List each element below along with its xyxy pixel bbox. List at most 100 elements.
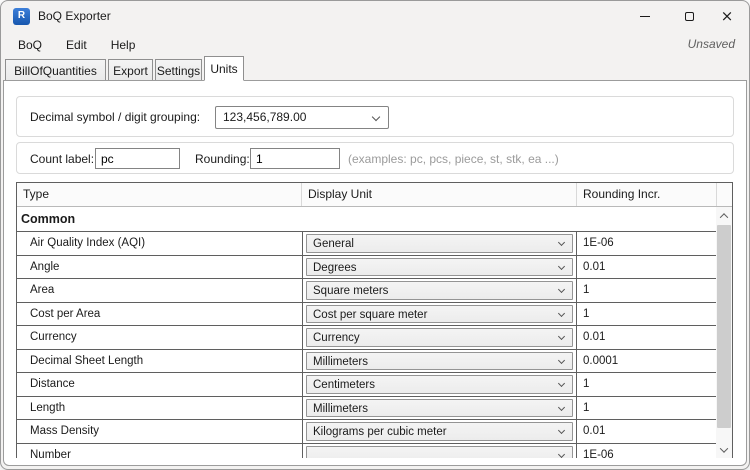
grid-body: Common Air Quality Index (AQI) General 1… [17, 207, 717, 458]
chevron-down-icon [558, 356, 565, 363]
row-display-unit-dropdown[interactable]: Kilograms per cubic meter [306, 422, 573, 441]
title-bar[interactable]: R BoQ Exporter × [1, 1, 749, 31]
row-display-unit-label: Square meters [313, 285, 388, 297]
row-rounding[interactable]: 1 [578, 279, 717, 302]
app-icon: R [13, 8, 30, 25]
row-display-unit-label: Kilograms per cubic meter [313, 426, 447, 438]
row-display-unit-dropdown[interactable]: Millimeters [306, 399, 573, 418]
row-type[interactable]: Angle [17, 256, 302, 279]
row-display-unit-label: Millimeters [313, 356, 368, 368]
rounding-input[interactable] [250, 148, 340, 169]
row-display-unit-label: Degrees [313, 262, 356, 274]
row-type[interactable]: Distance [17, 373, 302, 396]
row-rounding[interactable]: 0.01 [578, 420, 717, 443]
count-examples-hint: (examples: pc, pcs, piece, st, stk, ea .… [348, 152, 559, 166]
row-display-unit-dropdown[interactable]: Currency [306, 328, 573, 347]
table-row[interactable]: Length Millimeters 1 [17, 396, 716, 420]
close-button[interactable]: × [711, 1, 743, 31]
units-grid: Type Display Unit Rounding Incr. Common … [16, 182, 733, 458]
table-row[interactable]: Number 1E-06 [17, 443, 716, 459]
row-rounding[interactable]: 0.01 [578, 326, 717, 349]
chevron-down-icon [558, 262, 565, 269]
row-type[interactable]: Decimal Sheet Length [17, 350, 302, 373]
row-type[interactable]: Currency [17, 326, 302, 349]
row-display-unit-cell: Degrees [302, 256, 577, 279]
row-type[interactable]: Number [17, 444, 302, 459]
minimize-icon [640, 16, 650, 17]
vertical-scrollbar[interactable] [716, 207, 732, 458]
tab-units[interactable]: Units [204, 56, 244, 81]
chevron-down-icon [558, 450, 565, 457]
tab-export[interactable]: Export [108, 59, 153, 81]
menu-edit[interactable]: Edit [61, 35, 92, 55]
row-display-unit-cell: Kilograms per cubic meter [302, 420, 577, 443]
row-type[interactable]: Air Quality Index (AQI) [17, 232, 302, 255]
row-display-unit-cell: Millimeters [302, 350, 577, 373]
table-row[interactable]: Area Square meters 1 [17, 278, 716, 302]
row-rounding[interactable]: 0.0001 [578, 350, 717, 373]
menu-help[interactable]: Help [106, 35, 141, 55]
app-window: R BoQ Exporter × BoQ Edit Help Unsaved B… [0, 0, 750, 470]
row-rounding[interactable]: 1E-06 [578, 444, 717, 459]
column-header-filler [717, 183, 732, 206]
row-display-unit-dropdown[interactable]: Cost per square meter [306, 305, 573, 324]
row-rounding[interactable]: 1 [578, 373, 717, 396]
row-rounding[interactable]: 1E-06 [578, 232, 717, 255]
row-rounding[interactable]: 0.01 [578, 256, 717, 279]
row-display-unit-dropdown[interactable]: Square meters [306, 281, 573, 300]
scrollbar-thumb[interactable] [717, 225, 731, 428]
tab-settings[interactable]: Settings [155, 59, 202, 81]
table-row[interactable]: Air Quality Index (AQI) General 1E-06 [17, 231, 716, 255]
column-header-type: Type [17, 183, 302, 206]
close-icon: × [721, 9, 734, 24]
menu-boq[interactable]: BoQ [13, 35, 47, 55]
count-label: Count label: [30, 152, 94, 166]
units-tab-page: Decimal symbol / digit grouping: 123,456… [3, 80, 747, 466]
row-type[interactable]: Length [17, 397, 302, 420]
row-display-unit-dropdown[interactable]: Centimeters [306, 375, 573, 394]
row-display-unit-cell: General [302, 232, 577, 255]
unsaved-status: Unsaved [688, 37, 735, 51]
chevron-down-icon [558, 333, 565, 340]
column-header-rounding-incr: Rounding Incr. [577, 183, 717, 206]
row-display-unit-cell: Currency [302, 326, 577, 349]
decimal-grouping-combobox[interactable]: 123,456,789.00 [215, 106, 389, 129]
chevron-up-icon [720, 213, 728, 221]
row-display-unit-dropdown[interactable] [306, 446, 573, 459]
decimal-groupbox: Decimal symbol / digit grouping: 123,456… [16, 96, 734, 137]
table-row[interactable]: Mass Density Kilograms per cubic meter 0… [17, 419, 716, 443]
maximize-button[interactable] [673, 1, 705, 31]
row-type[interactable]: Mass Density [17, 420, 302, 443]
scroll-up-button[interactable] [716, 207, 732, 224]
minimize-button[interactable] [629, 1, 661, 31]
decimal-grouping-value: 123,456,789.00 [223, 110, 306, 124]
count-label-input[interactable] [95, 148, 180, 169]
row-display-unit-dropdown[interactable]: Millimeters [306, 352, 573, 371]
table-row[interactable]: Distance Centimeters 1 [17, 372, 716, 396]
chevron-down-icon [558, 286, 565, 293]
grid-header: Type Display Unit Rounding Incr. [17, 183, 732, 207]
row-display-unit-cell: Cost per square meter [302, 303, 577, 326]
row-type[interactable]: Cost per Area [17, 303, 302, 326]
table-row[interactable]: Cost per Area Cost per square meter 1 [17, 302, 716, 326]
table-row[interactable]: Decimal Sheet Length Millimeters 0.0001 [17, 349, 716, 373]
chevron-down-icon [372, 113, 380, 121]
row-display-unit-cell: Square meters [302, 279, 577, 302]
chevron-down-icon [558, 427, 565, 434]
row-type[interactable]: Area [17, 279, 302, 302]
chevron-down-icon [720, 444, 728, 452]
row-rounding[interactable]: 1 [578, 303, 717, 326]
column-header-display-unit: Display Unit [302, 183, 577, 206]
table-row[interactable]: Currency Currency 0.01 [17, 325, 716, 349]
count-groupbox: Count label: Rounding: (examples: pc, pc… [16, 142, 734, 174]
row-display-unit-label: General [313, 238, 354, 250]
row-display-unit-dropdown[interactable]: General [306, 234, 573, 253]
grid-rows: Air Quality Index (AQI) General 1E-06 An… [17, 231, 716, 458]
row-display-unit-dropdown[interactable]: Degrees [306, 258, 573, 277]
tab-billofquantities[interactable]: BillOfQuantities [5, 59, 106, 81]
table-row[interactable]: Angle Degrees 0.01 [17, 255, 716, 279]
scroll-down-button[interactable] [716, 441, 732, 458]
rounding-label: Rounding: [195, 152, 250, 166]
row-rounding[interactable]: 1 [578, 397, 717, 420]
decimal-grouping-label: Decimal symbol / digit grouping: [30, 110, 200, 124]
